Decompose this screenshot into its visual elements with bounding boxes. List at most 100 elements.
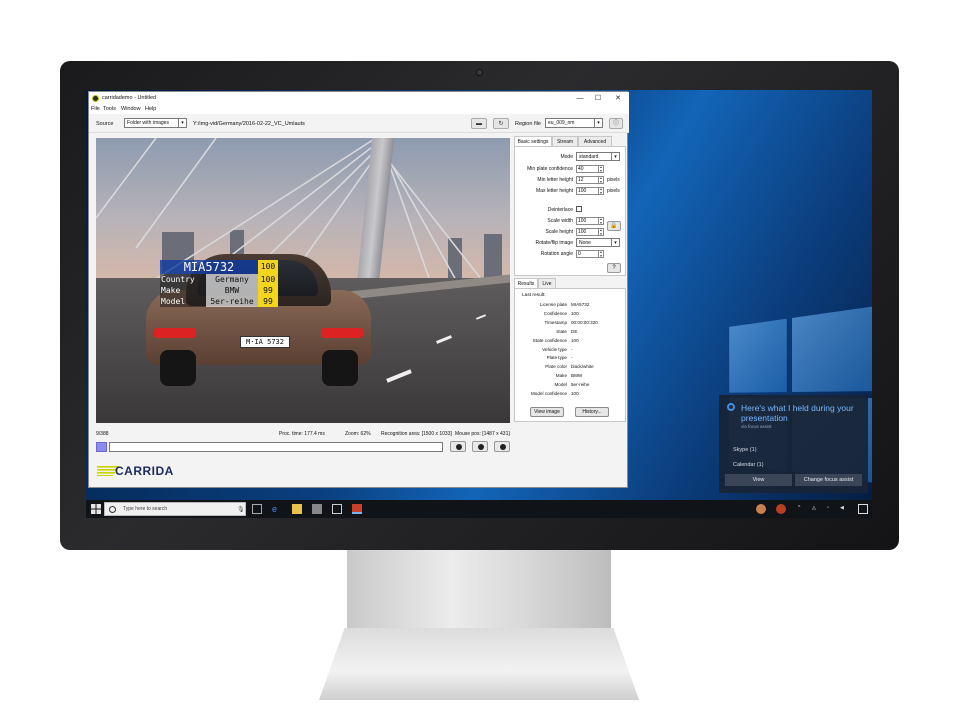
- overlay-confidence: 100: [258, 274, 278, 285]
- edge-icon[interactable]: e: [272, 504, 282, 514]
- network-icon[interactable]: ◬: [812, 505, 816, 511]
- scale-width-input[interactable]: 100 ▲ ▼: [576, 217, 604, 225]
- min-letter-height-value: 12: [578, 177, 584, 183]
- proc-time: Proc. time: 177.4 ms: [279, 431, 325, 437]
- tab-stream[interactable]: Stream: [552, 136, 578, 146]
- min-plate-confidence-input[interactable]: 40 ▲ ▼: [576, 165, 604, 173]
- maximize-button[interactable]: ☐: [589, 92, 607, 105]
- tray-chevron-icon[interactable]: ^: [798, 505, 800, 511]
- result-value: 100: [571, 337, 579, 343]
- action-center-icon[interactable]: [858, 504, 868, 514]
- help-button[interactable]: ?: [607, 263, 621, 273]
- mail-icon[interactable]: [332, 504, 342, 514]
- settings-tabs: Basic settings Stream Advanced: [514, 136, 626, 146]
- min-letter-height-input[interactable]: 12 ▲ ▼: [576, 176, 604, 184]
- forward-icon: [500, 444, 506, 450]
- spinner-arrows-icon: ▲ ▼: [598, 250, 603, 258]
- overlay-plate-row: MIA5732 100: [160, 260, 278, 274]
- result-key: State confidence: [532, 337, 567, 343]
- open-folder-button[interactable]: ▬: [471, 118, 487, 129]
- next-button[interactable]: [494, 441, 510, 452]
- menu-window[interactable]: Window: [121, 106, 141, 112]
- scale-width-label: Scale width: [547, 218, 573, 224]
- microphone-icon[interactable]: 🎙: [237, 506, 245, 513]
- recognition-area: Recognition area: [1500 x 1033]: [381, 431, 452, 437]
- info-button[interactable]: ⓘ: [609, 118, 623, 129]
- tab-basic-settings[interactable]: Basic settings: [514, 136, 552, 146]
- spinner-arrows-icon: ▲ ▼: [598, 228, 603, 236]
- menu-help[interactable]: Help: [145, 106, 156, 112]
- result-value: 5er-reihe: [571, 382, 590, 388]
- chevron-down-icon: ▾: [178, 119, 186, 127]
- rotation-angle-input[interactable]: 0 ▲ ▼: [576, 250, 604, 258]
- notification-item[interactable]: Skype (1): [733, 447, 757, 453]
- zoom-level: Zoom: 62%: [345, 431, 371, 437]
- result-key: Make: [555, 373, 567, 379]
- refresh-button[interactable]: ↻: [493, 118, 509, 129]
- change-focus-assist-button[interactable]: Change focus assist: [795, 474, 862, 486]
- mode-value: standard: [579, 154, 599, 160]
- result-value: DE: [571, 328, 578, 334]
- tab-advanced[interactable]: Advanced: [578, 136, 612, 146]
- menu-tools[interactable]: Tools: [103, 106, 116, 112]
- region-file-select[interactable]: eu_009_nm ▾: [545, 118, 603, 128]
- max-letter-height-input[interactable]: 100 ▲ ▼: [576, 187, 604, 195]
- scale-height-input[interactable]: 100 ▲ ▼: [576, 228, 604, 236]
- powerpoint-icon[interactable]: [352, 504, 362, 514]
- result-value: 100: [571, 391, 579, 396]
- rotate-flip-select[interactable]: None ▾: [576, 238, 620, 247]
- image-viewport[interactable]: M·IA 5732 MIA5732 100 Country Germany 10…: [96, 138, 510, 423]
- result-value: BMW: [571, 373, 583, 379]
- result-value: 100: [571, 310, 579, 316]
- file-explorer-icon[interactable]: [292, 504, 302, 514]
- webcam: [476, 69, 483, 76]
- view-image-button[interactable]: View image: [530, 407, 564, 417]
- source-select[interactable]: Folder with images ▾: [124, 118, 187, 128]
- license-plate: M·IA 5732: [240, 336, 290, 348]
- view-button[interactable]: View: [725, 474, 792, 486]
- source-label: Source: [96, 121, 114, 127]
- minimize-button[interactable]: —: [571, 92, 589, 105]
- tab-results[interactable]: Results: [514, 278, 538, 288]
- deinterlace-checkbox[interactable]: [576, 206, 582, 212]
- task-view-icon[interactable]: [252, 504, 262, 514]
- windows-start-icon[interactable]: [91, 504, 101, 514]
- people-avatar-icon[interactable]: [756, 504, 766, 514]
- results-panel: Last result: License plate MIA5732 Confide…: [514, 288, 626, 422]
- min-plate-confidence-label: Min plate confidence: [527, 166, 573, 172]
- overlay-value: BMW: [206, 285, 258, 296]
- lock-aspect-button[interactable]: 🔒: [607, 221, 621, 231]
- taskbar-search-input[interactable]: Type here to search 🎙: [104, 502, 246, 516]
- scale-height-value: 100: [578, 229, 587, 235]
- history-button[interactable]: History...: [575, 407, 609, 417]
- tab-live[interactable]: Live: [538, 278, 556, 288]
- search-placeholder: Type here to search: [123, 506, 168, 512]
- rotation-angle-value: 0: [578, 251, 581, 257]
- store-icon[interactable]: [312, 504, 322, 514]
- result-key: Model confidence: [530, 391, 567, 396]
- play-button[interactable]: [472, 441, 488, 452]
- cortana-circle-icon: [109, 506, 116, 513]
- frame-slider[interactable]: [109, 442, 443, 452]
- previous-button[interactable]: [450, 441, 466, 452]
- notification-item[interactable]: Calendar (1): [733, 462, 764, 468]
- wheel-right: [322, 350, 358, 386]
- help-icon: ?: [612, 265, 616, 271]
- close-button[interactable]: ✕: [609, 92, 627, 105]
- result-value: MIA5732: [571, 302, 590, 307]
- title-bar: carridademo - Untitled — ☐ ✕: [89, 92, 629, 105]
- overlay-value: 5er-reihe: [206, 296, 258, 307]
- frame-counter: 9/388: [96, 431, 109, 437]
- mode-select[interactable]: standard ▾: [576, 152, 620, 161]
- wifi-icon[interactable]: ◔: [826, 505, 829, 511]
- focus-assist-title: Here's what I held during your presentat…: [741, 403, 854, 423]
- progress-indicator: [96, 442, 107, 452]
- app-tray-icon[interactable]: [776, 504, 786, 514]
- result-key: License plate: [539, 302, 567, 307]
- overlay-key: Model: [160, 296, 206, 307]
- spinner-arrows-icon: ▲ ▼: [598, 187, 603, 195]
- volume-icon[interactable]: ◀: [840, 505, 844, 511]
- overlay-row-model: Model 5er-reihe 99: [160, 296, 278, 307]
- max-letter-height-value: 100: [578, 188, 587, 194]
- menu-file[interactable]: File: [91, 106, 100, 112]
